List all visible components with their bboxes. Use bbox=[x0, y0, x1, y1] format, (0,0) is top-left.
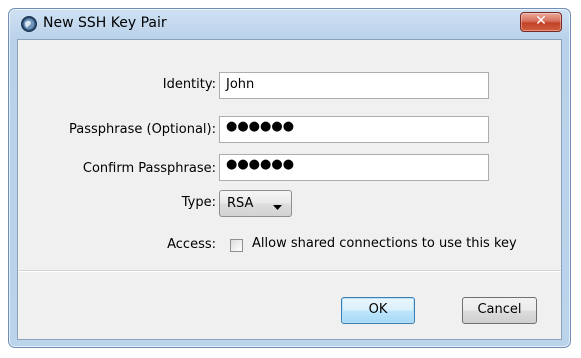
type-selected-value: RSA bbox=[227, 196, 254, 211]
access-label: Access: bbox=[167, 237, 216, 252]
close-icon: ✕ bbox=[535, 13, 547, 29]
window-title: New SSH Key Pair bbox=[43, 15, 167, 31]
shared-connections-label[interactable]: Allow shared connections to use this key bbox=[252, 236, 517, 251]
divider bbox=[18, 270, 561, 272]
globe-icon bbox=[21, 16, 37, 32]
type-label: Type: bbox=[181, 195, 216, 210]
dialog-window: New SSH Key Pair ✕ Identity: John Passph… bbox=[8, 8, 571, 348]
passphrase-value: ●●●●●● bbox=[226, 119, 295, 134]
confirm-passphrase-label: Confirm Passphrase: bbox=[82, 161, 216, 176]
identity-value: John bbox=[226, 77, 255, 92]
confirm-passphrase-input[interactable]: ●●●●●● bbox=[219, 154, 489, 181]
type-dropdown[interactable]: RSA bbox=[219, 190, 292, 217]
ok-button[interactable]: OK bbox=[341, 297, 415, 324]
dialog-body: Identity: John Passphrase (Optional): ●●… bbox=[17, 39, 562, 340]
passphrase-input[interactable]: ●●●●●● bbox=[219, 116, 489, 143]
identity-input[interactable]: John bbox=[219, 72, 489, 99]
close-button[interactable]: ✕ bbox=[520, 12, 562, 32]
passphrase-label: Passphrase (Optional): bbox=[69, 122, 216, 137]
cancel-button[interactable]: Cancel bbox=[462, 297, 537, 324]
confirm-passphrase-value: ●●●●●● bbox=[226, 157, 295, 172]
shared-connections-checkbox[interactable] bbox=[230, 239, 243, 252]
title-bar[interactable]: New SSH Key Pair ✕ bbox=[9, 9, 570, 39]
chevron-down-icon bbox=[273, 200, 282, 215]
identity-label: Identity: bbox=[162, 77, 216, 92]
